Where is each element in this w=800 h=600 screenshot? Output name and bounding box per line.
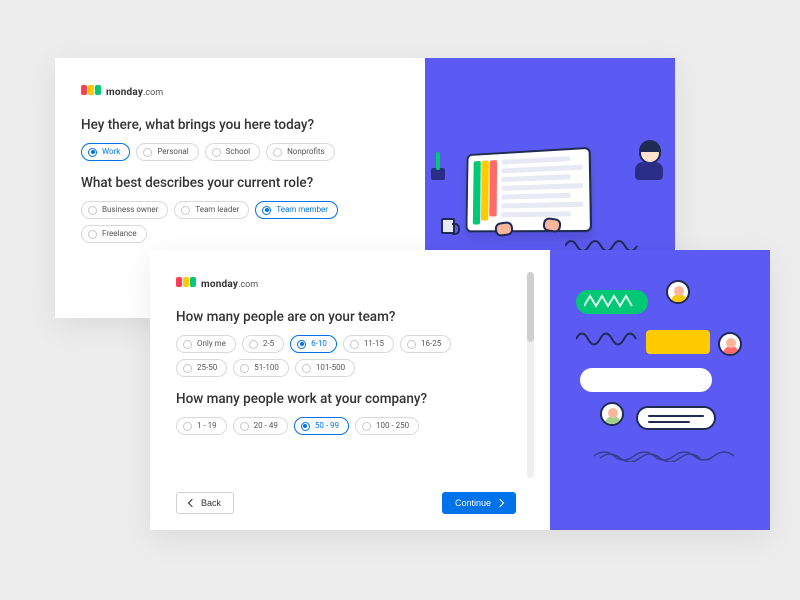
radio-icon <box>240 422 249 431</box>
chevron-right-icon <box>497 498 503 508</box>
option-100-250[interactable]: 100 - 250 <box>355 417 419 435</box>
radio-icon <box>88 206 97 215</box>
option-team-leader[interactable]: Team leader <box>174 201 249 219</box>
role-options-row1: Business owner Team leader Team member <box>81 201 399 219</box>
option-team-member[interactable]: Team member <box>255 201 338 219</box>
chevron-left-icon <box>189 498 195 508</box>
option-20-49[interactable]: 20 - 49 <box>233 417 288 435</box>
option-1-19[interactable]: 1 - 19 <box>176 417 227 435</box>
radio-icon <box>88 148 97 157</box>
option-school[interactable]: School <box>205 143 260 161</box>
option-2-5[interactable]: 2-5 <box>242 335 284 353</box>
option-work[interactable]: Work <box>81 143 130 161</box>
avatar-icon <box>600 402 624 426</box>
back-button[interactable]: Back <box>176 492 234 514</box>
option-50-99[interactable]: 50 - 99 <box>294 417 349 435</box>
role-options-row2: Freelance <box>81 225 399 243</box>
radio-icon <box>297 340 306 349</box>
brand-logo-mark <box>81 85 101 95</box>
brand-logo-mark <box>176 277 196 287</box>
team-size-options-row2: 25-50 51-100 101-500 <box>176 359 516 377</box>
chat-bubble-lines-icon <box>636 406 716 430</box>
radio-icon <box>143 148 152 157</box>
radio-icon <box>183 422 192 431</box>
radio-icon <box>362 422 371 431</box>
illustration-chat-avatars <box>550 250 770 530</box>
team-size-options-row1: Only me 2-5 6-10 11-15 16-25 <box>176 335 516 353</box>
scribble-icon <box>594 446 734 462</box>
hand-icon <box>542 217 562 233</box>
radio-icon <box>273 148 282 157</box>
scrollbar-track[interactable] <box>527 272 534 478</box>
purpose-options: Work Personal School Nonprofits <box>81 143 399 161</box>
radio-icon <box>350 340 359 349</box>
option-business-owner[interactable]: Business owner <box>81 201 168 219</box>
brand-logo: monday.com <box>81 80 399 99</box>
radio-icon <box>212 148 221 157</box>
brand-logo: monday.com <box>176 272 516 291</box>
radio-icon <box>181 206 190 215</box>
question-company-size: How many people work at your company? <box>176 391 516 407</box>
radio-icon <box>183 340 192 349</box>
plant-icon <box>431 168 445 180</box>
card-2-illustration-panel <box>550 250 770 530</box>
question-role: What best describes your current role? <box>81 175 399 191</box>
chat-bubble-icon <box>580 368 712 392</box>
chat-bubble-icon <box>646 330 710 354</box>
onboarding-card-2: monday.com How many people are on your t… <box>150 250 770 530</box>
option-nonprofits[interactable]: Nonprofits <box>266 143 335 161</box>
option-51-100[interactable]: 51-100 <box>233 359 289 377</box>
option-16-25[interactable]: 16-25 <box>400 335 451 353</box>
continue-button[interactable]: Continue <box>442 492 516 514</box>
radio-icon <box>240 364 249 373</box>
radio-icon <box>88 230 97 239</box>
radio-icon <box>262 206 271 215</box>
company-size-options: 1 - 19 20 - 49 50 - 99 100 - 250 <box>176 417 516 435</box>
radio-icon <box>301 422 310 431</box>
card-2-form-panel: monday.com How many people are on your t… <box>150 250 550 530</box>
option-101-500[interactable]: 101-500 <box>295 359 355 377</box>
brand-name: monday.com <box>201 272 258 291</box>
option-11-15[interactable]: 11-15 <box>343 335 394 353</box>
avatar-icon <box>666 280 690 304</box>
person-icon <box>623 142 667 186</box>
radio-icon <box>407 340 416 349</box>
question-purpose: Hey there, what brings you here today? <box>81 117 399 133</box>
option-25-50[interactable]: 25-50 <box>176 359 227 377</box>
radio-icon <box>302 364 311 373</box>
squiggle-icon <box>576 328 640 350</box>
brand-name: monday.com <box>106 80 163 99</box>
radio-icon <box>249 340 258 349</box>
card-2-footer: Back Continue <box>176 492 516 514</box>
avatar-icon <box>718 332 742 356</box>
radio-icon <box>183 364 192 373</box>
question-team-size: How many people are on your team? <box>176 309 516 325</box>
mug-icon <box>441 218 455 234</box>
option-personal[interactable]: Personal <box>136 143 198 161</box>
option-only-me[interactable]: Only me <box>176 335 236 353</box>
laptop-icon <box>461 150 591 236</box>
zigzag-icon <box>584 294 644 310</box>
scrollbar-thumb[interactable] <box>527 272 534 342</box>
option-6-10[interactable]: 6-10 <box>290 335 337 353</box>
option-freelance[interactable]: Freelance <box>81 225 147 243</box>
